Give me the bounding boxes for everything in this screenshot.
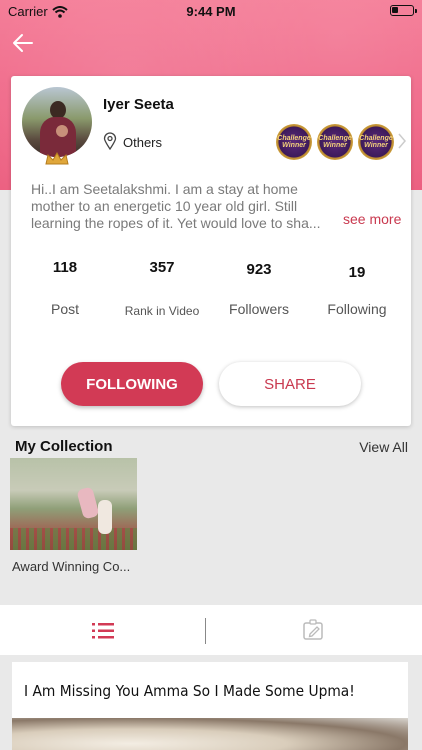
share-button[interactable]: SHARE <box>219 362 361 406</box>
content-tab-bar <box>0 605 422 655</box>
stat-followers-count[interactable]: 923 <box>219 261 299 278</box>
back-arrow-icon[interactable] <box>10 30 36 56</box>
stat-rank-value[interactable]: 357 <box>122 259 202 276</box>
battery-icon <box>390 5 417 16</box>
collection-item-thumbnail[interactable] <box>10 458 137 550</box>
see-more-link[interactable]: see more <box>343 211 401 227</box>
status-bar: Carrier 9:44 PM <box>0 0 422 22</box>
collection-title: My Collection <box>15 438 113 455</box>
tab-divider <box>205 618 206 644</box>
challenge-winner-badge[interactable]: Challenge Winner <box>358 124 394 160</box>
following-button[interactable]: FOLLOWING <box>61 362 203 406</box>
profile-bio: Hi..I am Seetalakshmi. I am a stay at ho… <box>31 181 321 231</box>
edit-icon[interactable] <box>302 619 326 641</box>
stat-following-count[interactable]: 19 <box>317 264 397 281</box>
stat-rank-label: Rank in Video <box>124 304 200 318</box>
list-icon[interactable] <box>92 622 114 640</box>
status-time: 9:44 PM <box>186 4 236 19</box>
challenge-winner-badge[interactable]: Challenge Winner <box>276 124 312 160</box>
view-all-link[interactable]: View All <box>359 439 408 455</box>
location-pin-icon <box>103 132 117 150</box>
stat-following-label: Following <box>327 301 387 317</box>
stat-followers-label: Followers <box>229 301 289 317</box>
location-label: Others <box>123 135 163 150</box>
profile-name: Iyer Seeta <box>103 96 174 113</box>
collection-item-caption[interactable]: Award Winning Co... <box>12 559 130 574</box>
crown-icon <box>45 152 69 165</box>
stat-post-count[interactable]: 118 <box>25 259 105 276</box>
post-title[interactable]: I Am Missing You Amma So I Made Some Upm… <box>24 682 355 700</box>
post-image[interactable] <box>12 718 408 750</box>
profile-card: Iyer Seeta Others Challenge Winner Chall… <box>11 76 411 426</box>
challenge-winner-badge[interactable]: Challenge Winner <box>317 124 353 160</box>
post-card[interactable]: I Am Missing You Amma So I Made Some Upm… <box>12 662 408 750</box>
stat-post-label: Post <box>50 301 79 317</box>
avatar[interactable] <box>22 87 92 157</box>
badge-list: Challenge Winner Challenge Winner Challe… <box>276 124 394 160</box>
chevron-right-icon[interactable] <box>397 132 407 150</box>
